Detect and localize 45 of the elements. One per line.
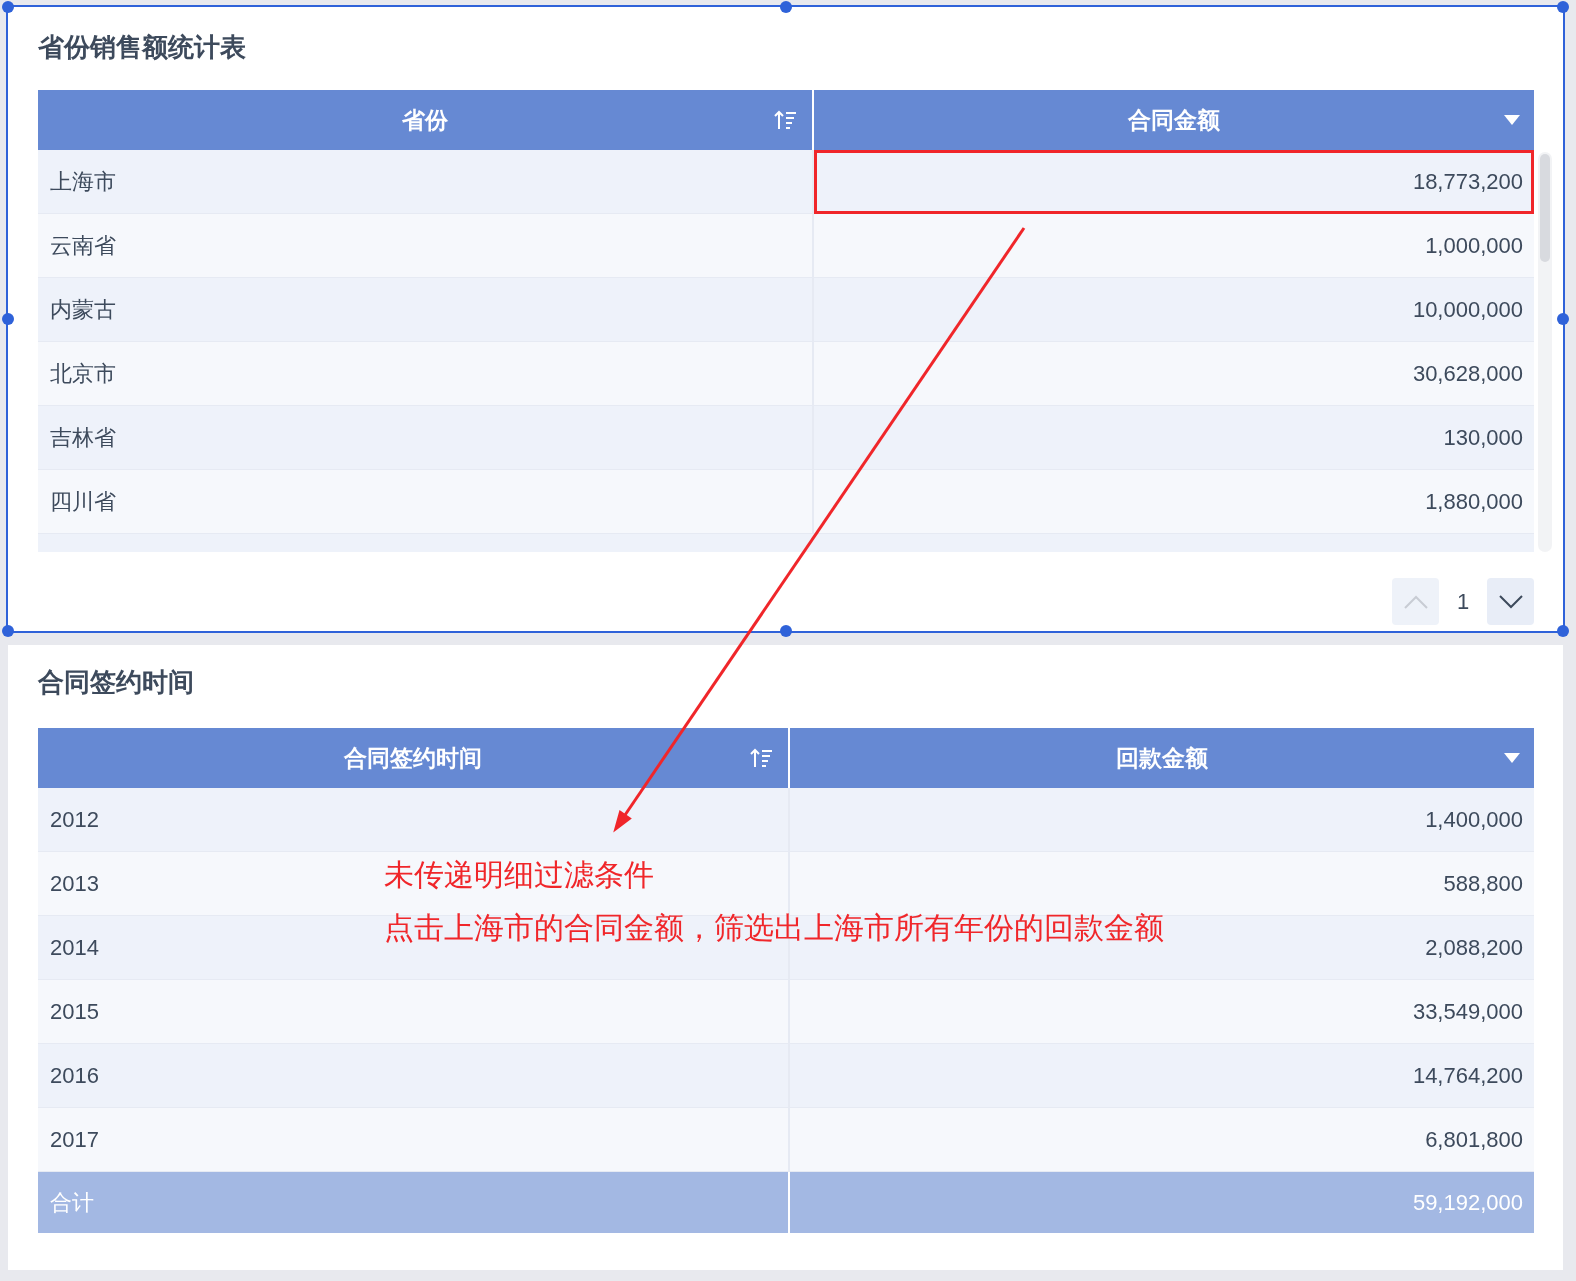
dropdown-caret-icon[interactable] <box>1504 753 1520 763</box>
table-cell: 内蒙古 <box>38 278 814 342</box>
column-header[interactable]: 回款金额 <box>790 728 1534 788</box>
resize-handle[interactable] <box>1557 625 1569 637</box>
table-cell: 33,549,000 <box>790 980 1534 1044</box>
total-cell: 59,192,000 <box>790 1172 1534 1234</box>
resize-handle[interactable] <box>1557 1 1569 13</box>
widget-title: 合同签约时间 <box>38 666 194 699</box>
table-cell: 18,773,200 <box>814 150 1534 214</box>
table-cell: 130,000 <box>814 406 1534 470</box>
table-cell: 30,628,000 <box>814 342 1534 406</box>
column-header[interactable]: 合同签约时间 <box>38 728 790 788</box>
total-cell: 合计 <box>38 1172 790 1234</box>
chevron-down-icon[interactable] <box>1498 594 1523 609</box>
table-cell: 2016 <box>38 1044 790 1108</box>
column-header[interactable]: 合同金额 <box>814 90 1534 150</box>
resize-handle[interactable] <box>779 625 792 637</box>
table-cell: 2017 <box>38 1108 790 1172</box>
table-cell: 6,801,800 <box>790 1108 1534 1172</box>
next-page-button[interactable] <box>1487 578 1534 625</box>
scrollbar[interactable] <box>1538 152 1552 552</box>
page-number: 1 <box>1455 588 1471 615</box>
table-cell: 上海市 <box>38 150 814 214</box>
table-cell: 2012 <box>38 788 790 852</box>
resize-handle[interactable] <box>2 625 14 637</box>
table-cell: 2015 <box>38 980 790 1044</box>
table-cell: 云南省 <box>38 214 814 278</box>
sort-icon[interactable] <box>750 747 774 769</box>
widget-title: 省份销售额统计表 <box>38 31 246 64</box>
table-cell: 1,000,000 <box>814 214 1534 278</box>
table-cell: 四川省 <box>38 470 814 534</box>
table-cell: 吉林省 <box>38 406 814 470</box>
annotation-text: 未传递明细过滤条件 <box>384 857 654 893</box>
resize-handle[interactable] <box>779 1 792 13</box>
table-cell: 10,000,000 <box>814 278 1534 342</box>
resize-handle[interactable] <box>2 1 14 13</box>
resize-handle[interactable] <box>2 313 14 325</box>
sort-icon[interactable] <box>774 109 798 131</box>
table-cell: 14,764,200 <box>790 1044 1534 1108</box>
table-cell: 1,880,000 <box>814 470 1534 534</box>
table-cell: 1,400,000 <box>790 788 1534 852</box>
column-header[interactable]: 省份 <box>38 90 814 150</box>
table-cell: 北京市 <box>38 342 814 406</box>
dropdown-caret-icon[interactable] <box>1504 115 1520 125</box>
resize-handle[interactable] <box>1557 313 1569 325</box>
